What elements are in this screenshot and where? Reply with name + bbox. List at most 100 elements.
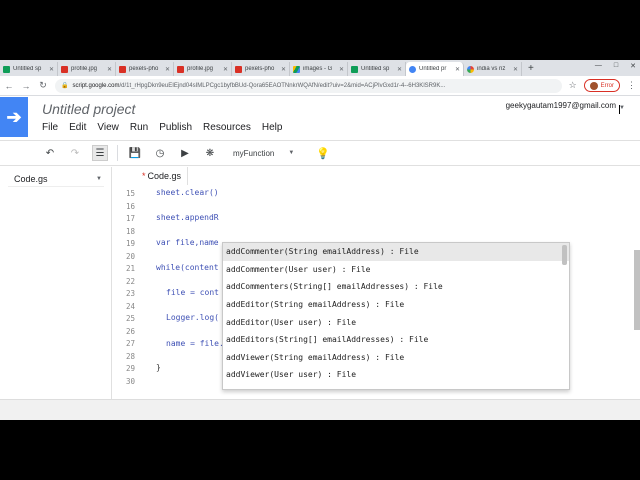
- close-tab-icon[interactable]: ✕: [397, 66, 402, 73]
- forward-icon[interactable]: →: [21, 81, 31, 91]
- tab-code-gs[interactable]: * Code.gs: [112, 167, 189, 185]
- browser-tab-label: profile.jpg: [187, 66, 214, 72]
- browser-tab[interactable]: Untitled sp ✕: [0, 62, 58, 76]
- browser-tab-label: Untitled sp: [361, 66, 390, 72]
- browser-tab[interactable]: Untitled pr ✕: [406, 62, 464, 76]
- menu-item-resources[interactable]: Resources: [203, 122, 251, 133]
- url-host: script.google.com: [72, 82, 120, 89]
- lock-icon: 🔒: [61, 83, 69, 89]
- code-line-text: sheet.appendR: [156, 213, 219, 222]
- back-icon[interactable]: ←: [4, 81, 14, 91]
- close-tab-icon[interactable]: ✕: [107, 66, 112, 73]
- triggers-clock-icon[interactable]: ◷: [152, 145, 168, 161]
- code-line-text: while(content: [156, 263, 219, 272]
- redo-icon[interactable]: ↷: [67, 145, 83, 161]
- browser-tab-label: india vs nz: [477, 66, 506, 72]
- menu-item-file[interactable]: File: [42, 122, 58, 133]
- close-tab-icon[interactable]: ✕: [281, 66, 286, 73]
- account-email[interactable]: geekygautam1997@gmail.com ▼: [505, 101, 625, 114]
- close-tab-icon[interactable]: ✕: [339, 66, 344, 73]
- autocomplete-item[interactable]: addEditors(String[] emailAddresses) : Fi…: [223, 331, 569, 349]
- new-tab-button[interactable]: +: [528, 62, 534, 76]
- debug-bug-icon[interactable]: ❋: [202, 145, 218, 161]
- browser-tab[interactable]: pexels-pho ✕: [116, 62, 174, 76]
- code-line[interactable]: while(content: [156, 263, 219, 272]
- close-tab-icon[interactable]: ✕: [513, 66, 518, 73]
- browser-menu-icon[interactable]: ⋮: [627, 80, 636, 91]
- script-favicon-icon: [409, 65, 416, 73]
- save-icon[interactable]: 💾: [127, 145, 143, 161]
- browser-tab[interactable]: Untitled sp ✕: [348, 62, 406, 76]
- editor-tabs: * Code.gs: [112, 167, 640, 185]
- file-pane: Code.gs ▼: [0, 167, 112, 399]
- project-title[interactable]: Untitled project: [42, 101, 135, 117]
- close-tab-icon[interactable]: ✕: [49, 66, 54, 73]
- autocomplete-item[interactable]: addViewer(User user) : File: [223, 366, 569, 384]
- line-number: 20: [125, 251, 135, 261]
- lightbulb-icon[interactable]: 💡: [316, 147, 330, 160]
- menu-item-edit[interactable]: Edit: [69, 122, 86, 133]
- browser-tab-label: images - G: [303, 66, 333, 72]
- app-header: ➔ Untitled project File Edit View Run Publis…: [0, 97, 640, 145]
- code-line[interactable]: name = file.: [166, 338, 225, 348]
- autocomplete-item[interactable]: addViewer(String emailAddress) : File: [223, 349, 569, 367]
- function-select[interactable]: myFunction ▼: [227, 149, 307, 158]
- autocomplete-item[interactable]: addCommenters(String[] emailAddresses) :…: [223, 278, 569, 296]
- photos-favicon-icon: [177, 65, 184, 73]
- close-tab-icon[interactable]: ✕: [223, 66, 228, 73]
- reload-icon[interactable]: ↻: [38, 80, 48, 91]
- line-number: 15: [125, 189, 135, 198]
- account-email-label: geekygautam1997@gmail.com: [505, 101, 616, 110]
- line-number: 16: [125, 201, 135, 211]
- profile-error-button[interactable]: Error: [583, 79, 620, 92]
- close-tab-icon[interactable]: ✕: [455, 66, 460, 73]
- line-number: 30: [125, 376, 135, 386]
- function-select-label: myFunction: [233, 148, 275, 158]
- chevron-down-icon[interactable]: ▼: [96, 176, 102, 182]
- browser-tab[interactable]: india vs nz ✕: [464, 62, 522, 76]
- apps-script-logo-icon[interactable]: ➔: [0, 97, 28, 137]
- browser-tab-label: pexels-pho: [129, 66, 159, 72]
- code-line[interactable]: sheet.appendR: [156, 213, 219, 222]
- url-input[interactable]: 🔒 script.google.com /d/1t_rHpgDkn9euEIEj…: [55, 78, 562, 93]
- undo-icon[interactable]: ↶: [42, 145, 58, 161]
- bookmark-star-icon[interactable]: ☆: [569, 80, 577, 91]
- avatar: [589, 81, 598, 90]
- line-number: 28: [125, 351, 135, 361]
- file-item-code-gs[interactable]: Code.gs ▼: [8, 171, 104, 187]
- close-tab-icon[interactable]: ✕: [165, 66, 170, 73]
- browser-tab-label: Untitled pr: [419, 66, 447, 72]
- menu-item-publish[interactable]: Publish: [159, 122, 192, 133]
- drive-favicon-icon: [293, 65, 300, 73]
- autocomplete-item[interactable]: addCommenter(String emailAddress) : File: [223, 243, 569, 261]
- code-line[interactable]: }: [156, 363, 161, 372]
- editor-scrollbar[interactable]: [634, 250, 640, 330]
- minimize-icon[interactable]: —: [595, 62, 602, 70]
- close-window-icon[interactable]: ✕: [630, 62, 636, 70]
- autocomplete-item[interactable]: addEditor(String emailAddress) : File: [223, 296, 569, 314]
- code-line[interactable]: var file,name: [156, 238, 219, 247]
- code-line[interactable]: file = cont: [166, 288, 219, 297]
- window-controls: — □ ✕: [595, 62, 636, 70]
- menu-item-view[interactable]: View: [97, 122, 119, 133]
- browser-tab[interactable]: images - G ✕: [290, 62, 348, 76]
- error-label: Error: [600, 82, 614, 89]
- code-line[interactable]: Logger.log(: [166, 313, 219, 322]
- autocomplete-scrollbar[interactable]: [562, 245, 567, 265]
- browser-tab[interactable]: profile.jpg ✕: [58, 62, 116, 76]
- browser-tab[interactable]: pexels-pho ✕: [232, 62, 290, 76]
- menu-item-help[interactable]: Help: [262, 122, 283, 133]
- chevron-down-icon: ▼: [619, 105, 625, 114]
- code-line[interactable]: sheet.clear(): [156, 188, 219, 197]
- run-icon[interactable]: ▶: [177, 145, 193, 161]
- browser-tab[interactable]: profile.jpg ✕: [174, 62, 232, 76]
- line-number: 26: [125, 326, 135, 336]
- indent-icon[interactable]: ☰: [92, 145, 108, 161]
- chevron-down-icon: ▼: [288, 150, 295, 156]
- autocomplete-item[interactable]: addCommenter(User user) : File: [223, 261, 569, 279]
- menu-item-run[interactable]: Run: [130, 122, 148, 133]
- autocomplete-item[interactable]: addEditor(User user) : File: [223, 313, 569, 331]
- line-number: 18: [125, 226, 135, 236]
- line-number: 17: [125, 214, 135, 223]
- maximize-icon[interactable]: □: [614, 62, 618, 70]
